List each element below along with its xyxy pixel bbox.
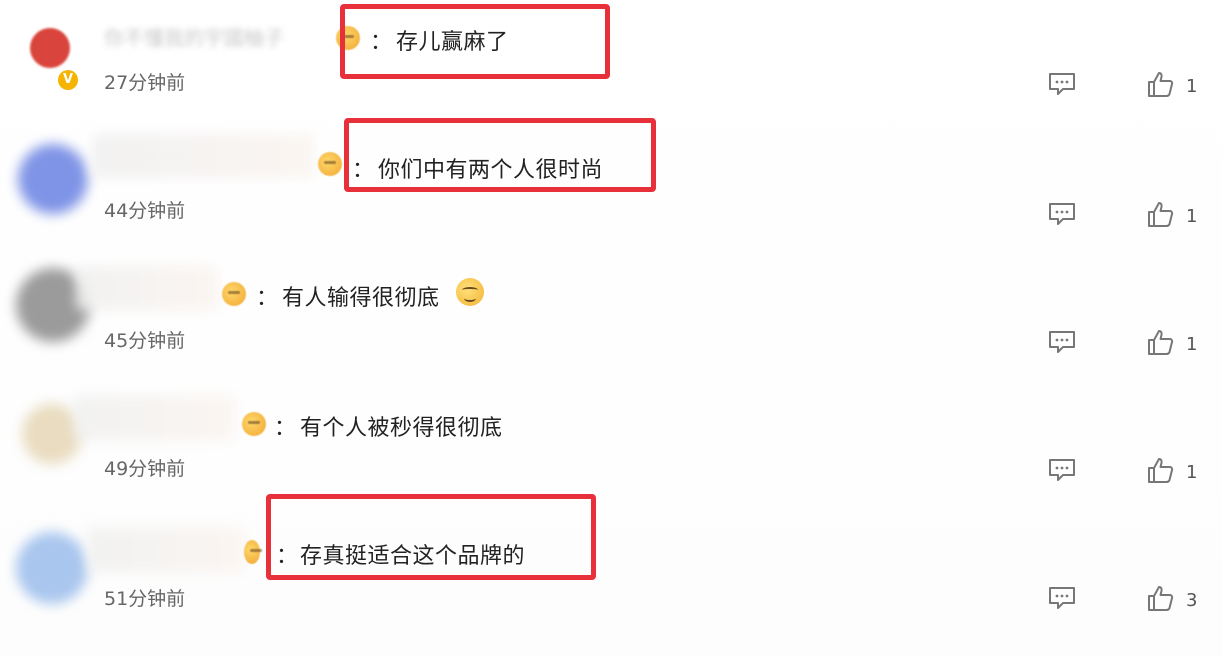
reply-icon[interactable] [1048, 72, 1076, 96]
comment-time: 27分钟前 [104, 72, 186, 94]
username[interactable] [88, 528, 244, 572]
reply-icon[interactable] [1048, 202, 1076, 226]
comment-text: 有个人被秒得很彻底 [300, 416, 503, 441]
comment-time: 51分钟前 [104, 588, 186, 610]
like-count: 1 [1186, 76, 1198, 97]
like-count: 1 [1186, 462, 1198, 483]
comment-item: ： 存真挺适合这个品牌的 51分钟前 3 [0, 520, 1222, 650]
avatar[interactable] [30, 28, 70, 68]
comment-separator: ： [370, 30, 393, 55]
avatar[interactable] [16, 532, 88, 604]
username[interactable] [76, 266, 218, 310]
emoji-icon [242, 412, 266, 436]
thumbs-up-icon[interactable] [1146, 70, 1174, 98]
comment-text: 你们中有两个人很时尚 [378, 158, 604, 183]
comment-separator: ： [256, 286, 279, 311]
comment-separator: ： [276, 544, 299, 569]
emoji-icon [222, 282, 246, 306]
thumbs-up-icon[interactable] [1146, 328, 1174, 356]
comment-list: V 你不懂我的宇國柚子 ： 存儿赢麻了 27分钟前 1 ： 你们中有两个人很时尚… [0, 0, 1222, 656]
avatar[interactable] [18, 144, 88, 214]
username[interactable] [92, 134, 314, 178]
comment-separator: ： [352, 158, 375, 183]
comment-time: 49分钟前 [104, 458, 186, 480]
emoji-icon [336, 26, 360, 50]
verified-badge-icon: V [58, 70, 78, 90]
comment-item: ： 有个人被秒得很彻底 49分钟前 1 [0, 390, 1222, 520]
avatar[interactable] [22, 404, 82, 464]
reply-icon[interactable] [1048, 458, 1076, 482]
like-count: 1 [1186, 206, 1198, 227]
thumbs-up-icon[interactable] [1146, 456, 1174, 484]
reply-icon[interactable] [1048, 586, 1076, 610]
comment-text: 存儿赢麻了 [396, 30, 509, 55]
thumbs-up-icon[interactable] [1146, 584, 1174, 612]
like-count: 1 [1186, 334, 1198, 355]
comment-item: V 你不懂我的宇國柚子 ： 存儿赢麻了 27分钟前 1 [0, 0, 1222, 130]
comment-text: 有人输得很彻底 [282, 286, 440, 311]
comment-item: ： 你们中有两个人很时尚 44分钟前 1 [0, 130, 1222, 260]
username[interactable]: 你不懂我的宇國柚子 [104, 22, 284, 51]
comment-time: 45分钟前 [104, 330, 186, 352]
like-count: 3 [1186, 590, 1198, 611]
comment-time: 44分钟前 [104, 200, 186, 222]
thumbs-up-icon[interactable] [1146, 200, 1174, 228]
comment-text: 存真挺适合这个品牌的 [300, 544, 526, 569]
emoji-icon [244, 540, 262, 564]
comment-separator: ： [274, 416, 297, 441]
username[interactable] [74, 396, 234, 440]
emoji-icon [318, 152, 342, 176]
comment-item: ： 有人输得很彻底 45分钟前 1 [0, 260, 1222, 390]
reply-icon[interactable] [1048, 330, 1076, 354]
smirk-emoji-icon [456, 278, 484, 306]
